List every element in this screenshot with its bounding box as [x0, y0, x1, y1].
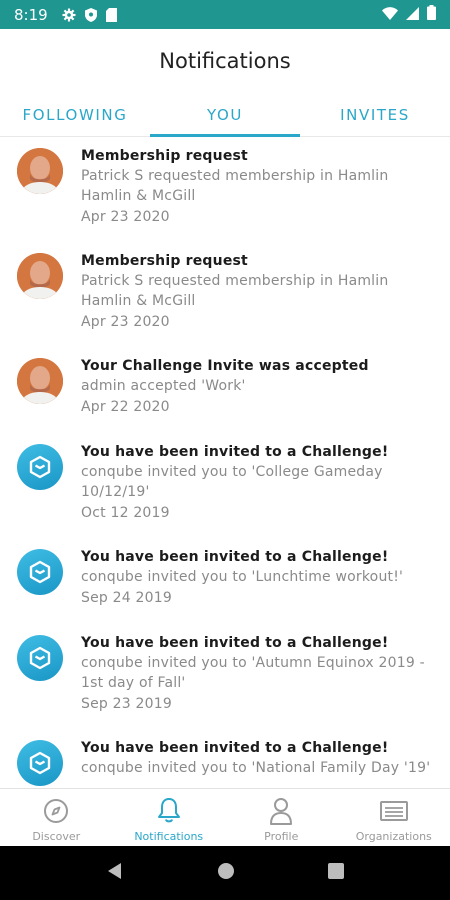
nav-label: Profile — [264, 830, 299, 843]
nav-profile[interactable]: Profile — [225, 789, 338, 846]
notification-item[interactable]: You have been invited to a Challenge! co… — [0, 633, 450, 733]
tab-label: YOU — [207, 105, 243, 124]
nav-discover[interactable]: Discover — [0, 789, 113, 846]
notification-title: You have been invited to a Challenge! — [81, 635, 389, 651]
user-avatar — [17, 148, 63, 194]
compass-icon — [43, 797, 69, 825]
notification-date: Sep 24 2019 — [81, 590, 172, 606]
nav-label: Discover — [32, 830, 81, 843]
notification-description: conqube invited you to 'College Gameday … — [81, 464, 383, 500]
app-logo-avatar — [17, 635, 63, 681]
nav-label: Notifications — [134, 830, 204, 843]
notification-title: Membership request — [81, 253, 248, 269]
shield-icon — [84, 7, 97, 22]
tab-following[interactable]: FOLLOWING — [0, 93, 150, 136]
notification-description: admin accepted 'Work' — [81, 378, 246, 394]
notification-item[interactable]: Membership request Patrick S requested m… — [0, 251, 450, 351]
cube-logo-icon — [29, 751, 51, 775]
nav-organizations[interactable]: Organizations — [338, 789, 450, 846]
nav-label: Organizations — [355, 830, 432, 843]
page-title: Notifications — [159, 49, 291, 73]
building-list-icon — [379, 797, 409, 825]
status-bar: 8:19 — [0, 0, 450, 29]
system-navigation-bar — [0, 846, 450, 900]
recents-icon[interactable] — [327, 863, 344, 883]
cube-logo-icon — [29, 455, 51, 479]
notification-date: Apr 23 2020 — [81, 209, 170, 225]
notification-item[interactable]: Membership request Patrick S requested m… — [0, 146, 450, 246]
home-icon[interactable] — [217, 862, 235, 884]
person-icon — [268, 797, 294, 825]
notification-list[interactable]: Membership request Patrick S requested m… — [0, 138, 450, 788]
tab-label: FOLLOWING — [22, 105, 128, 124]
notification-item[interactable]: You have been invited to a Challenge! co… — [0, 738, 450, 788]
notification-date: Sep 23 2019 — [81, 696, 172, 712]
tab-you[interactable]: YOU — [150, 93, 300, 137]
notification-item[interactable]: You have been invited to a Challenge! co… — [0, 547, 450, 627]
battery-icon — [427, 5, 436, 24]
back-icon[interactable] — [106, 862, 124, 884]
notification-description: conqube invited you to 'National Family … — [81, 760, 431, 776]
bottom-navigation: Discover Notifications Profile Organizat… — [0, 788, 450, 846]
cube-logo-icon — [29, 646, 51, 670]
notification-date: Apr 23 2020 — [81, 314, 170, 330]
sim-card-icon — [105, 7, 117, 22]
notification-title: Your Challenge Invite was accepted — [81, 358, 369, 374]
notification-item[interactable]: Your Challenge Invite was accepted admin… — [0, 356, 450, 436]
notification-description: Patrick S requested membership in Hamlin… — [81, 168, 389, 204]
notification-date: Oct 12 2019 — [81, 505, 170, 521]
tab-label: INVITES — [340, 105, 410, 124]
notification-description: Patrick S requested membership in Hamlin… — [81, 273, 389, 309]
app-logo-avatar — [17, 444, 63, 490]
page-title-bar: Notifications — [0, 29, 450, 93]
cube-logo-icon — [29, 560, 51, 584]
tab-bar: FOLLOWING YOU INVITES — [0, 93, 450, 137]
user-avatar — [17, 253, 63, 299]
bell-icon — [156, 797, 182, 825]
notification-description: conqube invited you to 'Lunchtime workou… — [81, 569, 404, 585]
nav-notifications[interactable]: Notifications — [113, 789, 226, 846]
notification-title: Membership request — [81, 148, 248, 164]
tab-invites[interactable]: INVITES — [300, 93, 450, 136]
status-time: 8:19 — [14, 5, 48, 24]
notification-description: conqube invited you to 'Autumn Equinox 2… — [81, 655, 425, 691]
user-avatar — [17, 358, 63, 404]
notification-title: You have been invited to a Challenge! — [81, 549, 389, 565]
gear-icon — [62, 8, 76, 22]
wifi-icon — [382, 6, 398, 24]
notification-title: You have been invited to a Challenge! — [81, 444, 389, 460]
notification-date: Apr 22 2020 — [81, 399, 170, 415]
cell-signal-icon — [406, 6, 419, 24]
notification-title: You have been invited to a Challenge! — [81, 740, 389, 756]
notification-item[interactable]: You have been invited to a Challenge! co… — [0, 442, 450, 542]
app-logo-avatar — [17, 549, 63, 595]
app-logo-avatar — [17, 740, 63, 786]
